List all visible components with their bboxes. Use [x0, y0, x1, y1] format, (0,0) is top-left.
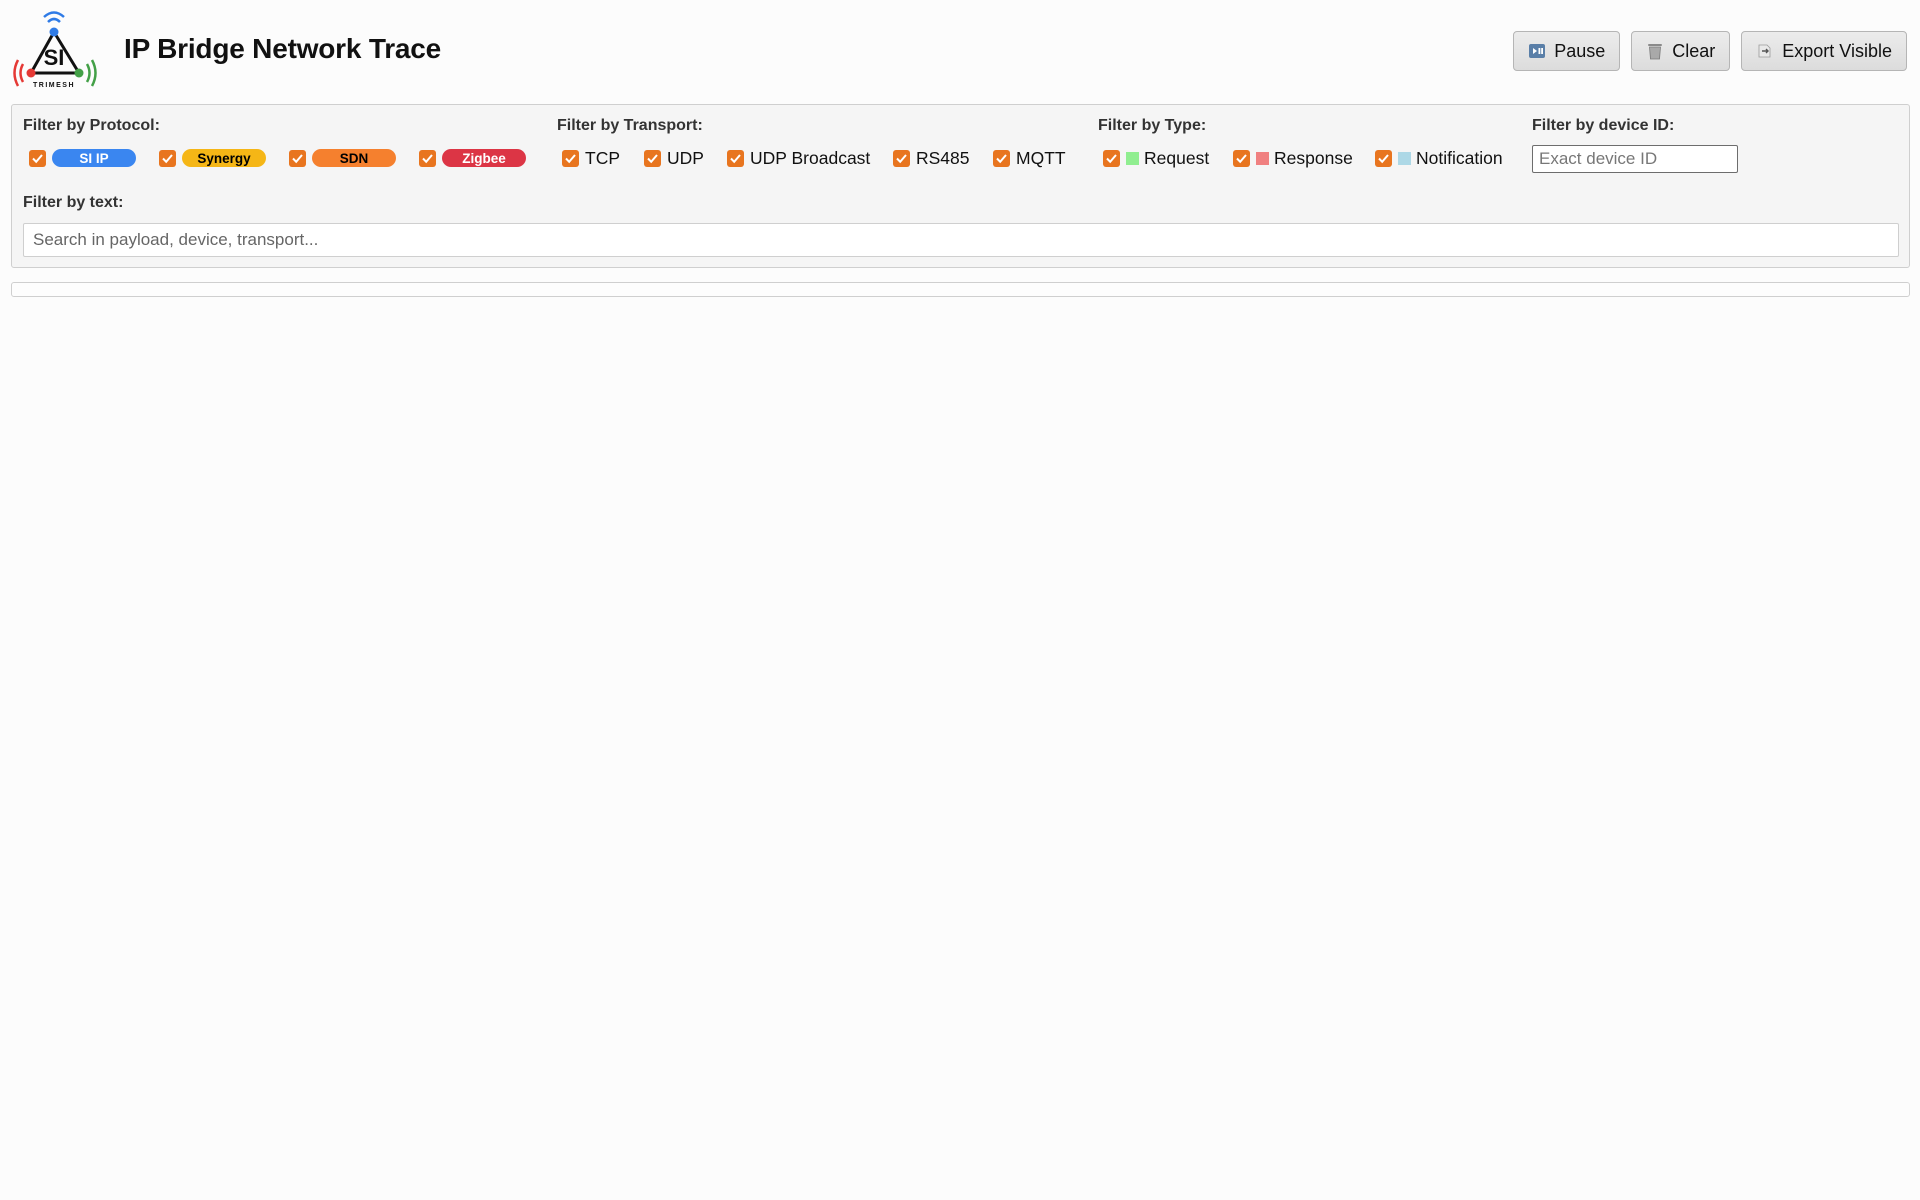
page-title: IP Bridge Network Trace [124, 33, 442, 64]
protocol-option-si-ip[interactable]: SI IP [29, 148, 136, 168]
response-color-swatch [1256, 151, 1269, 165]
clear-button-label: Clear [1672, 40, 1716, 61]
protocol-zigbee-badge: Zigbee [442, 149, 526, 167]
protocol-si-ip-checkbox[interactable] [29, 149, 46, 167]
type-response-checkbox[interactable] [1233, 149, 1250, 167]
device-id-input[interactable] [1532, 145, 1738, 173]
transport-rs485-checkbox[interactable] [893, 149, 910, 167]
text-search-input[interactable] [23, 223, 1899, 257]
trash-icon [1646, 42, 1664, 60]
transport-udp-checkbox[interactable] [644, 149, 661, 167]
type-option-notification[interactable]: Notification [1375, 148, 1503, 168]
export-icon [1756, 42, 1774, 60]
protocol-option-sdn[interactable]: SDN [289, 148, 396, 168]
transport-option-udp[interactable]: UDP [644, 148, 704, 168]
type-notification-checkbox[interactable] [1375, 149, 1392, 167]
pause-button-label: Pause [1554, 40, 1606, 61]
logo-wordmark: TRIMESH [33, 82, 75, 89]
transport-udp-label: UDP [667, 147, 704, 168]
trimesh-logo: SI TRIMESH [8, 8, 100, 90]
protocol-filter-label: Filter by Protocol: [23, 117, 160, 134]
protocol-si-ip-badge: SI IP [52, 149, 136, 167]
text-filter-label: Filter by text: [23, 194, 124, 211]
transport-option-mqtt[interactable]: MQTT [993, 148, 1066, 168]
type-response-label: Response [1274, 147, 1353, 168]
toolbar: Pause Clear Export Visible [1513, 31, 1907, 71]
trace-log-container [11, 282, 1910, 297]
app-header: SI TRIMESH IP Bridge Network Trace Pause [0, 0, 1920, 104]
logo-mark-text: SI [44, 45, 65, 70]
pause-icon [1528, 42, 1546, 60]
protocol-zigbee-checkbox[interactable] [419, 149, 436, 167]
transport-option-rs485[interactable]: RS485 [893, 148, 970, 168]
pause-button[interactable]: Pause [1513, 31, 1621, 71]
transport-tcp-label: TCP [585, 147, 620, 168]
protocol-sdn-badge: SDN [312, 149, 396, 167]
type-notification-label: Notification [1416, 147, 1503, 168]
protocol-synergy-checkbox[interactable] [159, 149, 176, 167]
protocol-synergy-badge: Synergy [182, 149, 266, 167]
protocol-option-synergy[interactable]: Synergy [159, 148, 266, 168]
export-button-label: Export Visible [1782, 40, 1892, 61]
transport-udp-broadcast-label: UDP Broadcast [750, 147, 871, 168]
export-visible-button[interactable]: Export Visible [1741, 31, 1907, 71]
transport-mqtt-checkbox[interactable] [993, 149, 1010, 167]
protocol-sdn-checkbox[interactable] [289, 149, 306, 167]
type-option-request[interactable]: Request [1103, 148, 1209, 168]
transport-mqtt-label: MQTT [1016, 147, 1066, 168]
type-filter-label: Filter by Type: [1098, 117, 1207, 134]
type-request-checkbox[interactable] [1103, 149, 1120, 167]
type-request-label: Request [1144, 147, 1210, 168]
device-id-filter-label: Filter by device ID: [1532, 117, 1675, 134]
transport-option-udp-broadcast[interactable]: UDP Broadcast [727, 148, 870, 168]
request-color-swatch [1126, 151, 1139, 165]
protocol-option-zigbee[interactable]: Zigbee [419, 148, 526, 168]
transport-udp-broadcast-checkbox[interactable] [727, 149, 744, 167]
filter-panel: Filter by Protocol: SI IP Synergy SDN Zi… [11, 104, 1910, 268]
transport-filter-label: Filter by Transport: [557, 117, 703, 134]
transport-option-tcp[interactable]: TCP [562, 148, 620, 168]
transport-tcp-checkbox[interactable] [562, 149, 579, 167]
transport-rs485-label: RS485 [916, 147, 970, 168]
type-option-response[interactable]: Response [1233, 148, 1353, 168]
clear-button[interactable]: Clear [1631, 31, 1731, 71]
notification-color-swatch [1398, 151, 1411, 165]
